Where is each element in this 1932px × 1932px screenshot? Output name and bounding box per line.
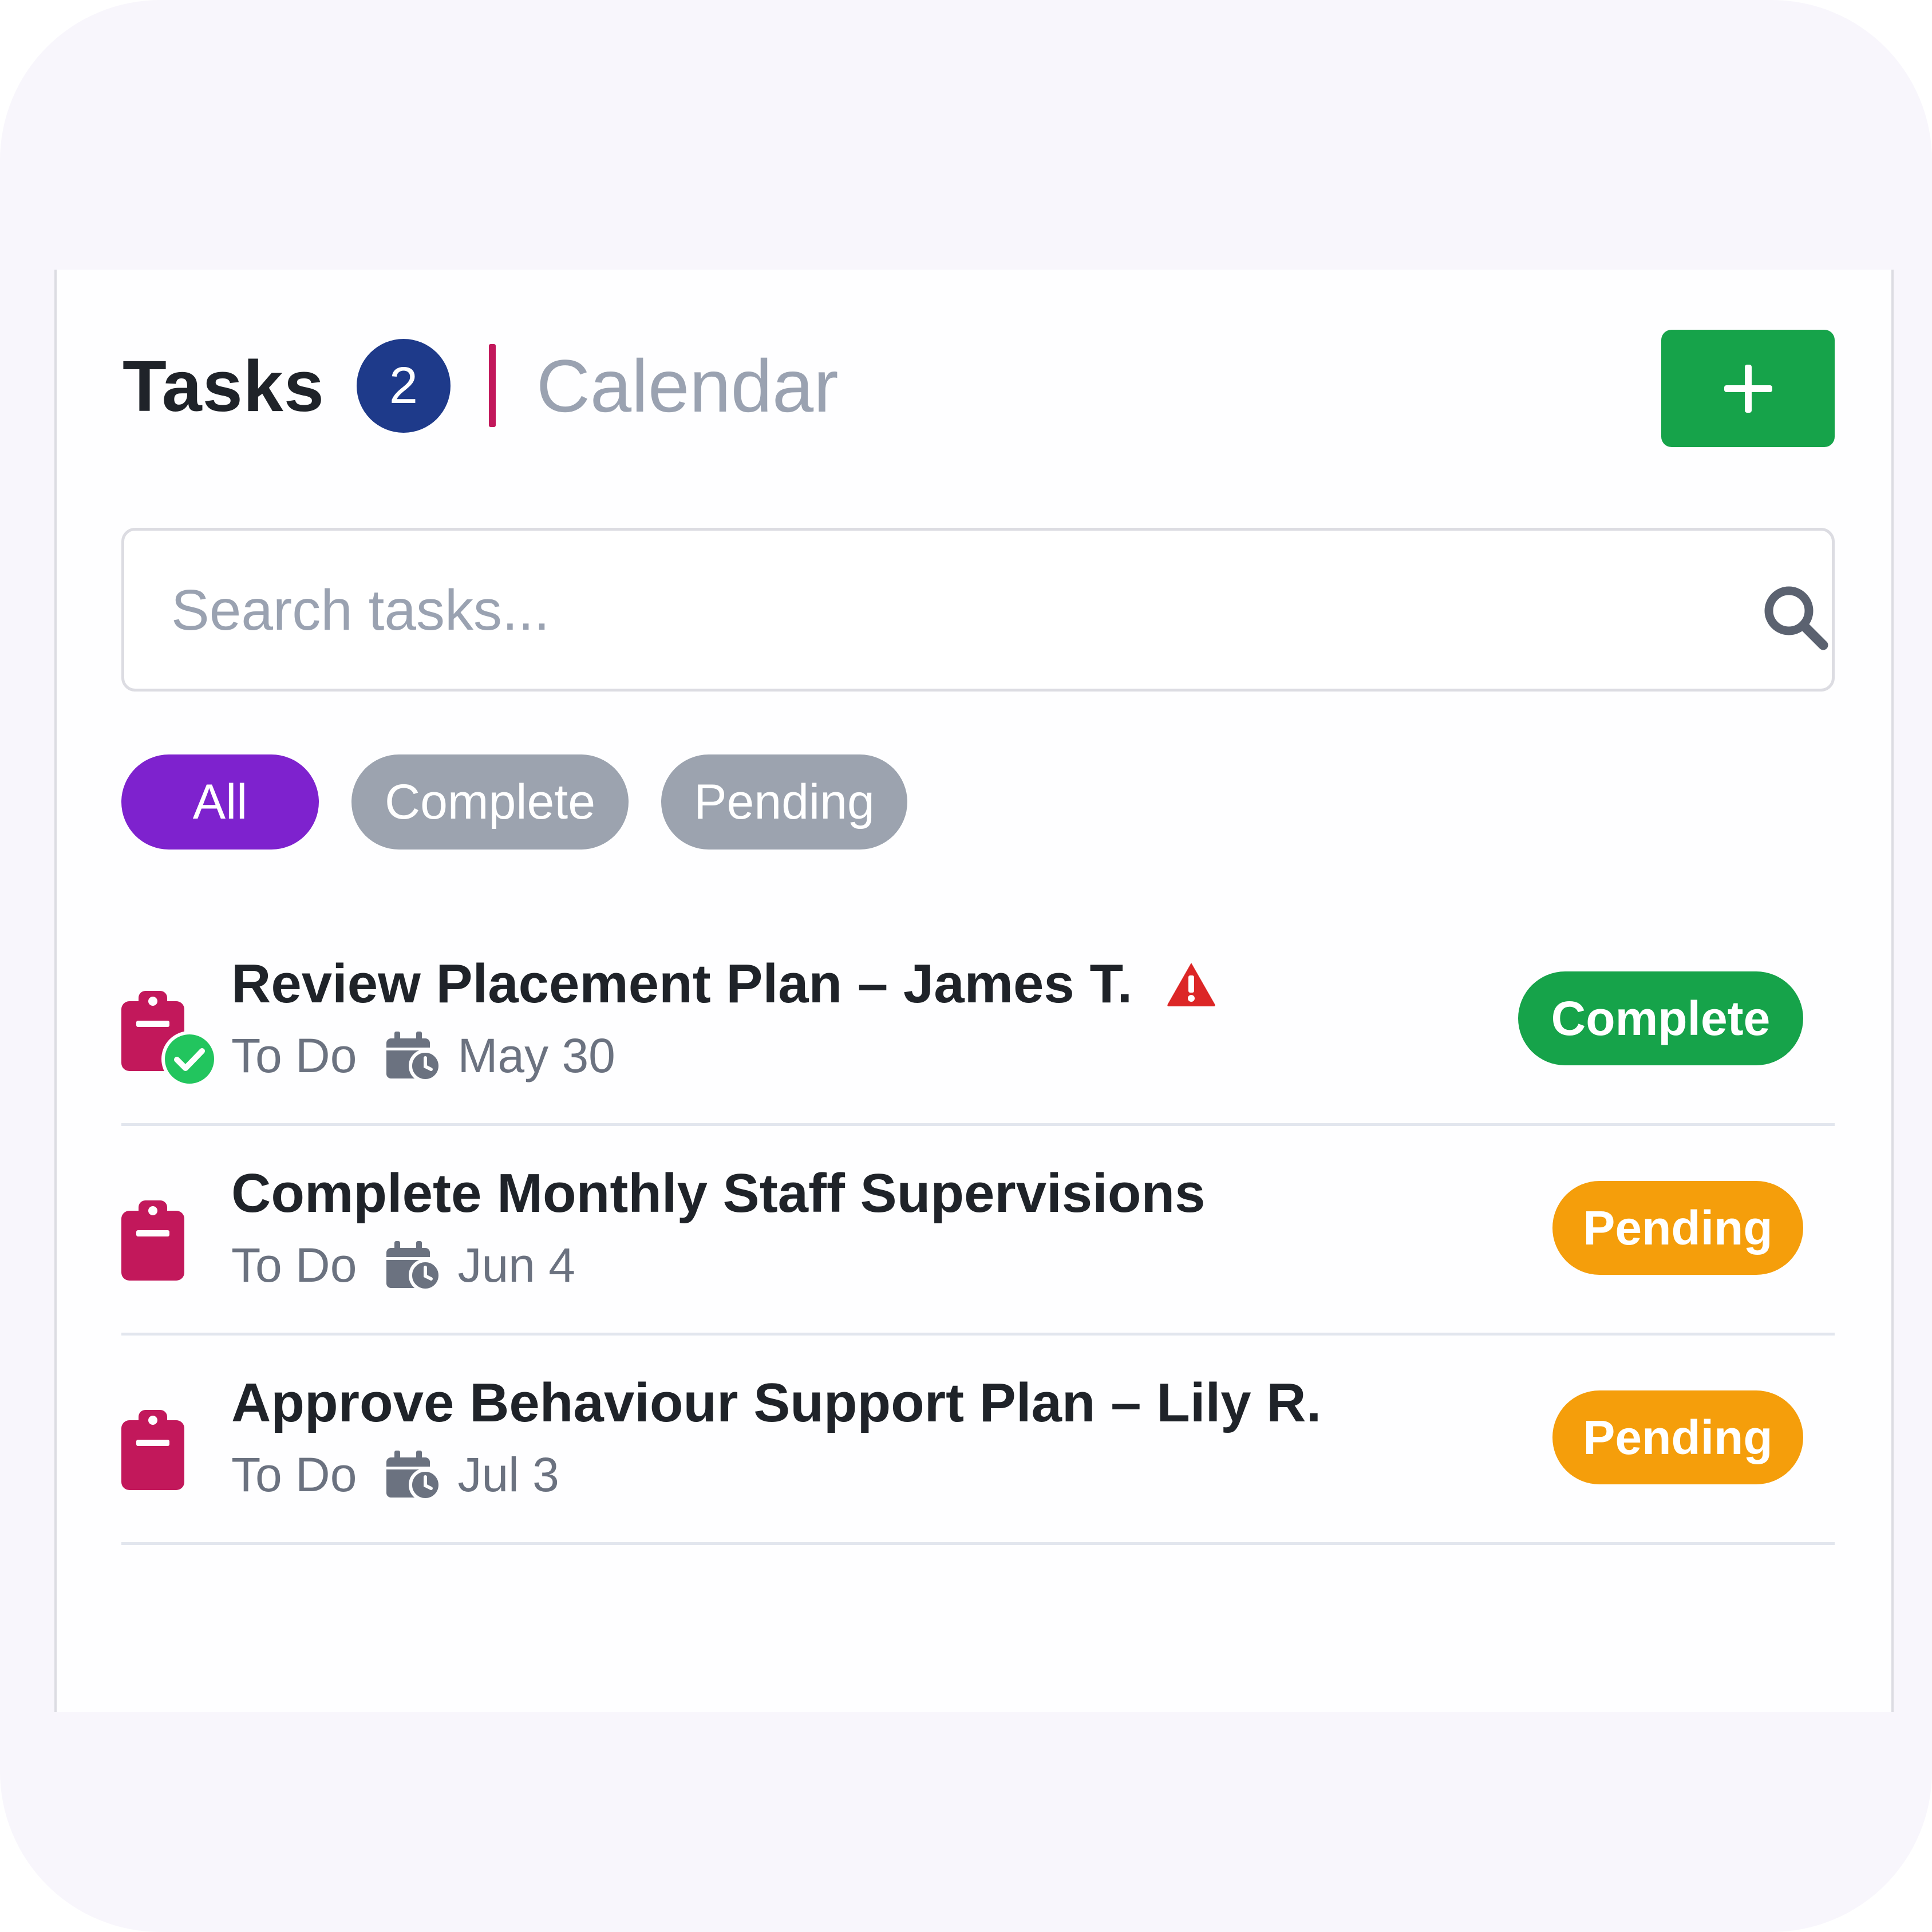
task-title: Review Placement Plan – James T. bbox=[231, 953, 1217, 1016]
calendar-clock-icon bbox=[386, 1450, 441, 1500]
tab-tasks[interactable]: Tasks 2 bbox=[123, 337, 451, 434]
task-category: To Do bbox=[231, 1448, 357, 1502]
task-date: Jun 4 bbox=[457, 1238, 575, 1292]
task-category: To Do bbox=[231, 1238, 357, 1292]
add-task-button[interactable] bbox=[1661, 330, 1835, 447]
task-title-text: Complete Monthly Staff Supervisions bbox=[231, 1163, 1206, 1224]
check-circle-icon bbox=[161, 1031, 218, 1087]
search-box bbox=[121, 528, 1835, 692]
status-badge: Pending bbox=[1552, 1181, 1803, 1275]
filter-pills: All Complete Pending bbox=[121, 754, 907, 850]
task-row[interactable]: Approve Behaviour Support Plan – Lily R.… bbox=[121, 1336, 1835, 1545]
tab-divider bbox=[489, 344, 496, 427]
task-meta: To Do Jun 4 bbox=[231, 1238, 575, 1293]
filter-pending[interactable]: Pending bbox=[661, 754, 907, 850]
task-list: Review Placement Plan – James T. To Do M… bbox=[121, 916, 1835, 1545]
clipboard-icon bbox=[121, 1410, 184, 1490]
status-badge: Pending bbox=[1552, 1390, 1803, 1484]
task-meta: To Do May 30 bbox=[231, 1028, 615, 1084]
calendar-clock-icon bbox=[386, 1240, 441, 1290]
task-meta: To Do Jul 3 bbox=[231, 1447, 559, 1503]
search-input[interactable] bbox=[170, 531, 1546, 690]
task-row[interactable]: Review Placement Plan – James T. To Do M… bbox=[121, 916, 1835, 1126]
tab-tasks-label: Tasks bbox=[123, 345, 325, 426]
task-title-text: Approve Behaviour Support Plan – Lily R. bbox=[231, 1372, 1322, 1433]
task-title: Complete Monthly Staff Supervisions bbox=[231, 1162, 1206, 1225]
filter-all[interactable]: All bbox=[121, 754, 319, 850]
status-badge: Complete bbox=[1518, 971, 1803, 1065]
task-date: May 30 bbox=[457, 1029, 615, 1082]
calendar-clock-icon bbox=[386, 1031, 441, 1081]
task-category: To Do bbox=[231, 1029, 357, 1082]
panel-header: Tasks 2 Calendar bbox=[57, 270, 1891, 499]
filter-complete[interactable]: Complete bbox=[351, 754, 629, 850]
tab-calendar[interactable]: Calendar bbox=[536, 337, 839, 434]
app-frame: Tasks 2 Calendar All Complete Pending bbox=[0, 0, 1932, 1932]
task-count-badge: 2 bbox=[356, 339, 451, 433]
tasks-panel: Tasks 2 Calendar All Complete Pending bbox=[54, 270, 1894, 1712]
task-row[interactable]: Complete Monthly Staff Supervisions To D… bbox=[121, 1126, 1835, 1336]
task-title: Approve Behaviour Support Plan – Lily R. bbox=[231, 1372, 1321, 1435]
plus-icon bbox=[1724, 364, 1772, 413]
search-icon[interactable] bbox=[1761, 583, 1830, 652]
task-title-text: Review Placement Plan – James T. bbox=[231, 953, 1133, 1014]
warning-icon bbox=[1167, 963, 1215, 1006]
task-date: Jul 3 bbox=[457, 1448, 559, 1502]
clipboard-icon bbox=[121, 1200, 184, 1281]
